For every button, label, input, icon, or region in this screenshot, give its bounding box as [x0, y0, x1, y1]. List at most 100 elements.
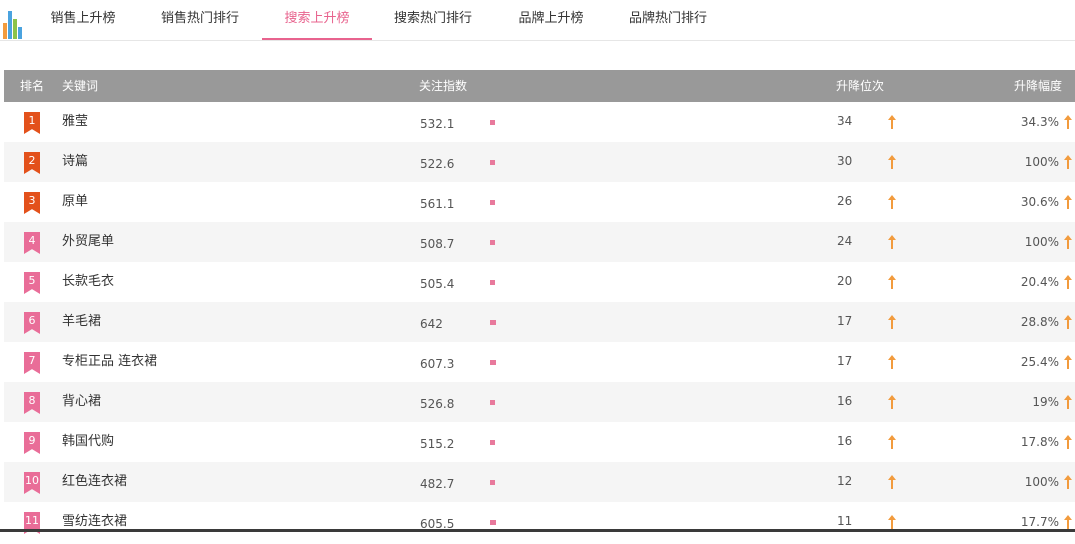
- header-change-pct: 升降幅度: [1013, 79, 1062, 93]
- table-row[interactable]: 10 红色连衣裙 482.7 12 100%: [4, 462, 1075, 502]
- header-keyword: 关键词: [62, 79, 99, 93]
- change-percent: 30.6%: [1020, 195, 1059, 209]
- rank-change-value: 26: [837, 194, 853, 208]
- header-rank-change: 升降位次: [836, 79, 885, 93]
- rank-badge: 8: [24, 392, 40, 414]
- table-row[interactable]: 7 专柜正品 连衣裙 607.3 17 25.4%: [4, 342, 1075, 382]
- table-row[interactable]: 5 长款毛衣 505.4 20 20.4%: [4, 262, 1075, 302]
- index-bar: [490, 520, 496, 525]
- search-rising-table: 排名 关键词 关注指数 升降位次 升降幅度 1 雅莹 532.1 34 34.3% 2 诗篇…: [4, 70, 1075, 542]
- attention-index: 526.8: [420, 397, 455, 411]
- attention-index: 515.2: [420, 437, 455, 451]
- attention-index: 522.6: [420, 157, 455, 171]
- index-bar: [490, 240, 495, 245]
- arrow-up-icon: [888, 395, 896, 409]
- tab-sales-hot[interactable]: 销售热门排行: [142, 0, 258, 39]
- table-row[interactable]: 9 韩国代购 515.2 16 17.8%: [4, 422, 1075, 462]
- attention-index: 605.5: [420, 517, 455, 531]
- keyword-link[interactable]: 外贸尾单: [62, 222, 114, 262]
- table-body: 1 雅莹 532.1 34 34.3% 2 诗篇 522.6 30 100% 3 原单 561.1 26 3…: [4, 102, 1075, 542]
- header-rank: 排名: [20, 79, 45, 93]
- change-percent: 17.8%: [1020, 435, 1059, 449]
- rank-badge: 2: [24, 152, 40, 174]
- rank-change-value: 16: [837, 394, 853, 408]
- index-bar: [490, 280, 495, 285]
- arrow-up-icon: [888, 155, 896, 169]
- table-row[interactable]: 2 诗篇 522.6 30 100%: [4, 142, 1075, 182]
- arrow-up-icon: [888, 315, 896, 329]
- index-bar: [490, 360, 496, 365]
- rank-change-value: 11: [837, 514, 853, 528]
- arrow-up-icon: [1064, 355, 1072, 369]
- rank-change-value: 30: [837, 154, 853, 168]
- arrow-up-icon: [1064, 435, 1072, 449]
- attention-index: 482.7: [420, 477, 455, 491]
- arrow-up-icon: [888, 235, 896, 249]
- arrow-up-icon: [888, 195, 896, 209]
- keyword-link[interactable]: 羊毛裙: [62, 302, 101, 342]
- rank-change-value: 20: [837, 274, 853, 288]
- arrow-up-icon: [1064, 475, 1072, 489]
- attention-index: 561.1: [420, 197, 455, 211]
- keyword-link[interactable]: 雪纺连衣裙: [62, 502, 127, 542]
- table-row[interactable]: 11 雪纺连衣裙 605.5 11 17.7%: [4, 502, 1075, 542]
- rank-change-value: 24: [837, 234, 853, 248]
- change-percent: 100%: [1024, 475, 1059, 489]
- rank-change-value: 17: [837, 354, 853, 368]
- arrow-up-icon: [888, 475, 896, 489]
- attention-index: 607.3: [420, 357, 455, 371]
- header-index: 关注指数: [419, 79, 468, 93]
- rank-badge: 4: [24, 232, 40, 254]
- change-percent: 25.4%: [1020, 355, 1059, 369]
- index-bar: [490, 200, 495, 205]
- keyword-link[interactable]: 原单: [62, 182, 88, 222]
- arrow-up-icon: [1064, 235, 1072, 249]
- arrow-up-icon: [888, 515, 896, 529]
- change-percent: 100%: [1024, 235, 1059, 249]
- tab-search-hot[interactable]: 搜索热门排行: [378, 0, 488, 39]
- keyword-link[interactable]: 背心裙: [62, 382, 101, 422]
- tab-brand-rising[interactable]: 品牌上升榜: [500, 0, 602, 39]
- change-percent: 20.4%: [1020, 275, 1059, 289]
- table-row[interactable]: 1 雅莹 532.1 34 34.3%: [4, 102, 1075, 142]
- attention-index: 505.4: [420, 277, 455, 291]
- arrow-up-icon: [1064, 155, 1072, 169]
- rank-change-value: 34: [837, 114, 853, 128]
- arrow-up-icon: [888, 435, 896, 449]
- table-header: 排名 关键词 关注指数 升降位次 升降幅度: [4, 70, 1075, 102]
- tab-search-rising[interactable]: 搜索上升榜: [262, 0, 372, 40]
- change-percent: 100%: [1024, 155, 1059, 169]
- keyword-link[interactable]: 韩国代购: [62, 422, 114, 462]
- keyword-link[interactable]: 专柜正品 连衣裙: [62, 342, 157, 382]
- table-row[interactable]: 8 背心裙 526.8 16 19%: [4, 382, 1075, 422]
- arrow-up-icon: [1064, 275, 1072, 289]
- keyword-link[interactable]: 红色连衣裙: [62, 462, 127, 502]
- change-percent: 17.7%: [1020, 515, 1059, 529]
- attention-index: 532.1: [420, 117, 455, 131]
- rank-change-value: 17: [837, 314, 853, 328]
- table-row[interactable]: 3 原单 561.1 26 30.6%: [4, 182, 1075, 222]
- index-bar: [490, 320, 496, 325]
- keyword-link[interactable]: 长款毛衣: [62, 262, 114, 302]
- tab-brand-hot[interactable]: 品牌热门排行: [612, 0, 724, 39]
- arrow-up-icon: [1064, 395, 1072, 409]
- change-percent: 28.8%: [1020, 315, 1059, 329]
- arrow-up-icon: [1064, 515, 1072, 529]
- rank-badge: 7: [24, 352, 40, 374]
- arrow-up-icon: [1064, 115, 1072, 129]
- table-row[interactable]: 6 羊毛裙 642 17 28.8%: [4, 302, 1075, 342]
- index-bar: [490, 480, 495, 485]
- rank-badge: 6: [24, 312, 40, 334]
- change-percent: 34.3%: [1020, 115, 1059, 129]
- arrow-up-icon: [888, 115, 896, 129]
- rank-badge: 1: [24, 112, 40, 134]
- rank-badge: 5: [24, 272, 40, 294]
- index-bar: [490, 400, 495, 405]
- rank-badge: 9: [24, 432, 40, 454]
- rank-change-value: 16: [837, 434, 853, 448]
- tab-sales-rising[interactable]: 销售上升榜: [36, 0, 130, 39]
- keyword-link[interactable]: 雅莹: [62, 102, 88, 142]
- table-row[interactable]: 4 外贸尾单 508.7 24 100%: [4, 222, 1075, 262]
- attention-index: 642: [420, 317, 443, 331]
- keyword-link[interactable]: 诗篇: [62, 142, 88, 182]
